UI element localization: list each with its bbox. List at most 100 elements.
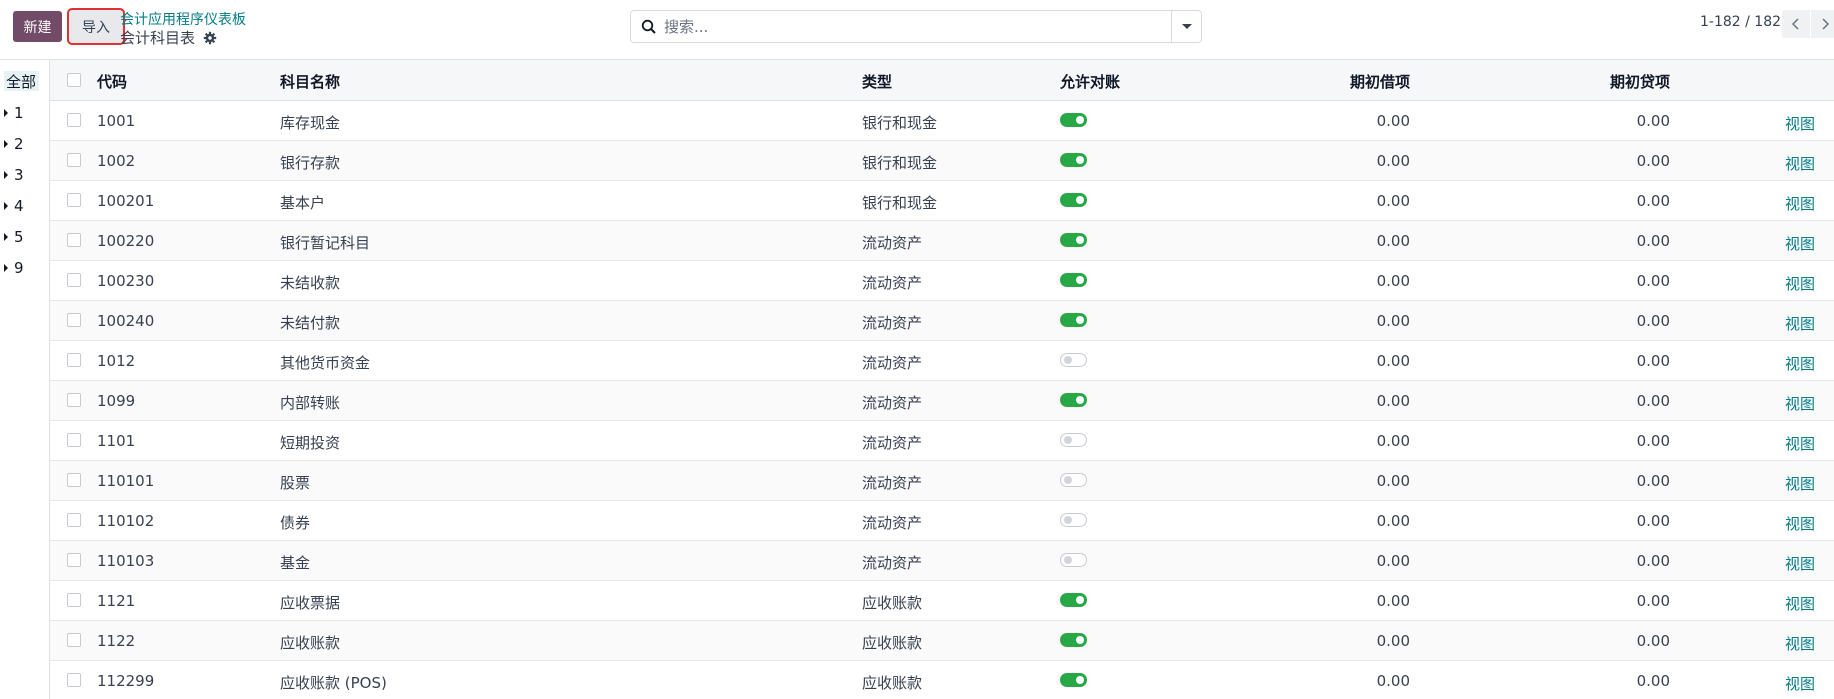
reconcile-toggle[interactable] [1060,673,1087,687]
table-row[interactable]: 1121 应收票据 应收账款 0.00 0.00 视图 [50,581,1834,621]
row-checkbox[interactable] [67,153,81,167]
view-link[interactable]: 视图 [1785,433,1815,454]
row-checkbox[interactable] [67,113,81,127]
gear-icon[interactable] [203,31,217,45]
table-row[interactable]: 1122 应收账款 应收账款 0.00 0.00 视图 [50,621,1834,661]
row-checkbox[interactable] [67,313,81,327]
row-checkbox[interactable] [67,593,81,607]
pager-previous-button[interactable] [1782,10,1810,38]
cell-opening-debit: 0.00 [1376,432,1410,450]
reconcile-toggle[interactable] [1060,593,1087,607]
breadcrumb-link[interactable]: 会计应用程序仪表板 [120,9,246,29]
reconcile-toggle[interactable] [1060,153,1087,167]
pager-value[interactable]: 1-182 / 182 [1700,14,1781,30]
view-link[interactable]: 视图 [1785,593,1815,614]
import-button[interactable]: 导入 [67,8,125,45]
cell-opening-credit: 0.00 [1636,152,1670,170]
table-row[interactable]: 1101 短期投资 流动资产 0.00 0.00 视图 [50,421,1834,461]
reconcile-toggle[interactable] [1060,433,1087,447]
row-checkbox[interactable] [67,273,81,287]
reconcile-toggle[interactable] [1060,473,1087,487]
cell-opening-debit: 0.00 [1376,512,1410,530]
pager-next-button[interactable] [1811,10,1834,38]
reconcile-toggle[interactable] [1060,193,1087,207]
side-item-label: 9 [14,259,24,277]
new-button[interactable]: 新建 [13,11,62,42]
table-row[interactable]: 1001 库存现金 银行和现金 0.00 0.00 视图 [50,101,1834,141]
reconcile-toggle[interactable] [1060,313,1087,327]
row-checkbox[interactable] [67,393,81,407]
table-row[interactable]: 110102 债券 流动资产 0.00 0.00 视图 [50,501,1834,541]
view-link[interactable]: 视图 [1785,313,1815,334]
row-checkbox[interactable] [67,553,81,567]
reconcile-toggle[interactable] [1060,273,1087,287]
side-panel: 全部 1 2 3 4 5 9 [0,60,50,699]
cell-code: 100240 [97,312,155,330]
table-row[interactable]: 100230 未结收款 流动资产 0.00 0.00 视图 [50,261,1834,301]
table-row[interactable]: 110101 股票 流动资产 0.00 0.00 视图 [50,461,1834,501]
reconcile-toggle[interactable] [1060,633,1087,647]
side-item-group[interactable]: 5 [4,228,24,246]
table-row[interactable]: 1099 内部转账 流动资产 0.00 0.00 视图 [50,381,1834,421]
side-item-group[interactable]: 4 [4,197,24,215]
table-row[interactable]: 1002 银行存款 银行和现金 0.00 0.00 视图 [50,141,1834,181]
reconcile-toggle[interactable] [1060,353,1087,367]
view-link[interactable]: 视图 [1785,233,1815,254]
view-link[interactable]: 视图 [1785,633,1815,654]
view-link[interactable]: 视图 [1785,473,1815,494]
row-checkbox[interactable] [67,353,81,367]
table-row[interactable]: 100201 基本户 银行和现金 0.00 0.00 视图 [50,181,1834,221]
toggle-knob [1064,476,1072,484]
table-row[interactable]: 100220 银行暂记科目 流动资产 0.00 0.00 视图 [50,221,1834,261]
side-item-group[interactable]: 2 [4,135,24,153]
view-link[interactable]: 视图 [1785,553,1815,574]
row-checkbox[interactable] [67,233,81,247]
view-link[interactable]: 视图 [1785,113,1815,134]
view-link[interactable]: 视图 [1785,513,1815,534]
side-item-all[interactable]: 全部 [4,71,40,91]
row-checkbox[interactable] [67,473,81,487]
view-link[interactable]: 视图 [1785,193,1815,214]
column-header-type[interactable]: 类型 [862,71,892,92]
toggle-knob [1076,276,1084,284]
reconcile-toggle[interactable] [1060,553,1087,567]
row-checkbox[interactable] [67,673,81,687]
cell-opening-debit: 0.00 [1376,392,1410,410]
row-checkbox[interactable] [67,193,81,207]
view-link[interactable]: 视图 [1785,153,1815,174]
toggle-knob [1076,196,1084,204]
cell-name: 应收账款 [280,634,341,652]
row-checkbox[interactable] [67,433,81,447]
view-link[interactable]: 视图 [1785,673,1815,694]
view-link[interactable]: 视图 [1785,353,1815,374]
row-checkbox[interactable] [67,633,81,647]
column-header-opening-debit[interactable]: 期初借项 [1290,71,1410,92]
side-item-group[interactable]: 1 [4,104,24,122]
search-options-toggle[interactable] [1171,11,1201,42]
cell-code: 1012 [97,352,136,370]
reconcile-toggle[interactable] [1060,113,1087,127]
table-row[interactable]: 100240 未结付款 流动资产 0.00 0.00 视图 [50,301,1834,341]
column-header-code[interactable]: 代码 [97,71,127,92]
column-header-opening-credit[interactable]: 期初贷项 [1550,71,1670,92]
cell-code: 110102 [97,512,155,530]
column-header-name[interactable]: 科目名称 [280,71,340,92]
search-input[interactable] [664,15,1144,39]
table-row[interactable]: 1012 其他货币资金 流动资产 0.00 0.00 视图 [50,341,1834,381]
row-checkbox[interactable] [67,513,81,527]
view-link[interactable]: 视图 [1785,273,1815,294]
reconcile-toggle[interactable] [1060,513,1087,527]
select-all-checkbox[interactable] [67,73,81,87]
reconcile-toggle[interactable] [1060,233,1087,247]
table-row[interactable]: 110103 基金 流动资产 0.00 0.00 视图 [50,541,1834,581]
column-header-reconcile[interactable]: 允许对账 [1060,71,1120,92]
reconcile-toggle[interactable] [1060,393,1087,407]
view-link[interactable]: 视图 [1785,393,1815,414]
side-item-group[interactable]: 3 [4,166,24,184]
side-item-group[interactable]: 9 [4,259,24,277]
cell-type: 流动资产 [862,554,923,572]
cell-opening-debit: 0.00 [1376,472,1410,490]
table-row[interactable]: 112299 应收账款 (POS) 应收账款 0.00 0.00 视图 [50,661,1834,699]
cell-type: 应收账款 [862,594,923,612]
cell-opening-debit: 0.00 [1376,192,1410,210]
